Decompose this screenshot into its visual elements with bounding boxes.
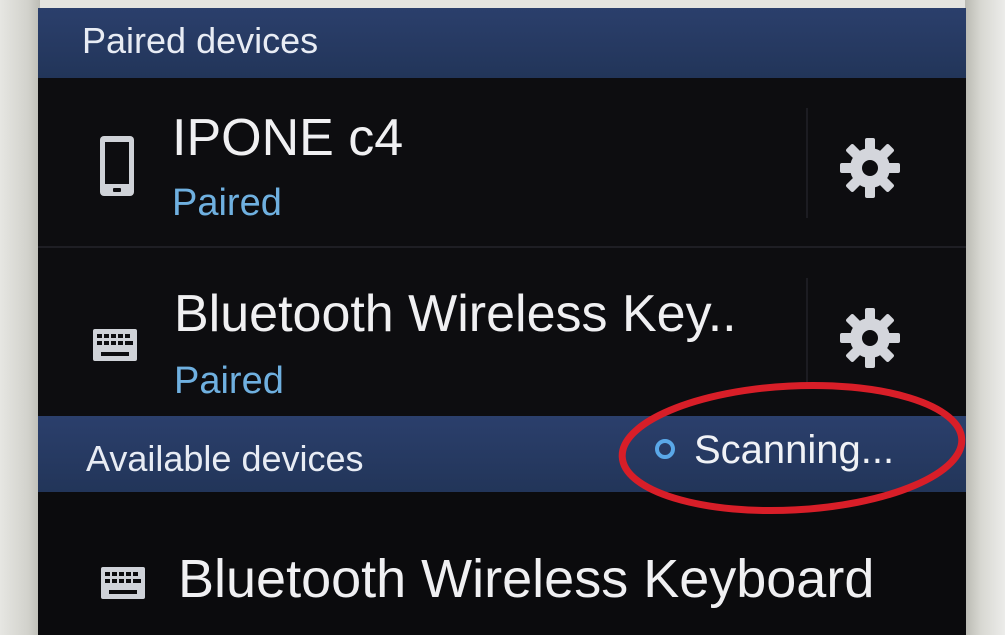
bluetooth-device-list-screen: Paired devices IPONE c4 Paired Bluetooth… bbox=[38, 8, 966, 635]
device-bezel-right bbox=[965, 0, 1005, 635]
scanning-indicator[interactable]: Scanning... bbox=[640, 420, 928, 480]
keyboard-icon bbox=[93, 329, 137, 361]
scanning-label: Scanning... bbox=[694, 428, 895, 472]
paired-devices-header: Paired devices bbox=[38, 8, 966, 78]
keyboard-icon bbox=[101, 567, 145, 599]
available-device-row-1[interactable]: Bluetooth Wireless Keyboard bbox=[38, 492, 966, 635]
device-bezel-top bbox=[0, 0, 1005, 8]
paired-device-name: Bluetooth Wireless Key.. bbox=[174, 285, 737, 343]
paired-device-row-2[interactable]: Bluetooth Wireless Key.. Paired bbox=[38, 248, 966, 416]
row-divider bbox=[806, 278, 808, 388]
device-bezel-left bbox=[0, 0, 40, 635]
available-device-name: Bluetooth Wireless Keyboard bbox=[178, 549, 875, 609]
paired-device-row-1[interactable]: IPONE c4 Paired bbox=[38, 78, 966, 248]
paired-device-name: IPONE c4 bbox=[172, 109, 404, 167]
available-devices-header-label: Available devices bbox=[86, 438, 364, 479]
paired-device-status: Paired bbox=[174, 360, 284, 402]
spinner-icon bbox=[655, 439, 675, 459]
gear-icon[interactable] bbox=[838, 136, 902, 200]
phone-icon bbox=[100, 136, 134, 196]
paired-devices-header-label: Paired devices bbox=[82, 20, 319, 61]
paired-device-status: Paired bbox=[172, 182, 282, 224]
row-divider bbox=[806, 108, 808, 218]
gear-icon[interactable] bbox=[838, 306, 902, 370]
